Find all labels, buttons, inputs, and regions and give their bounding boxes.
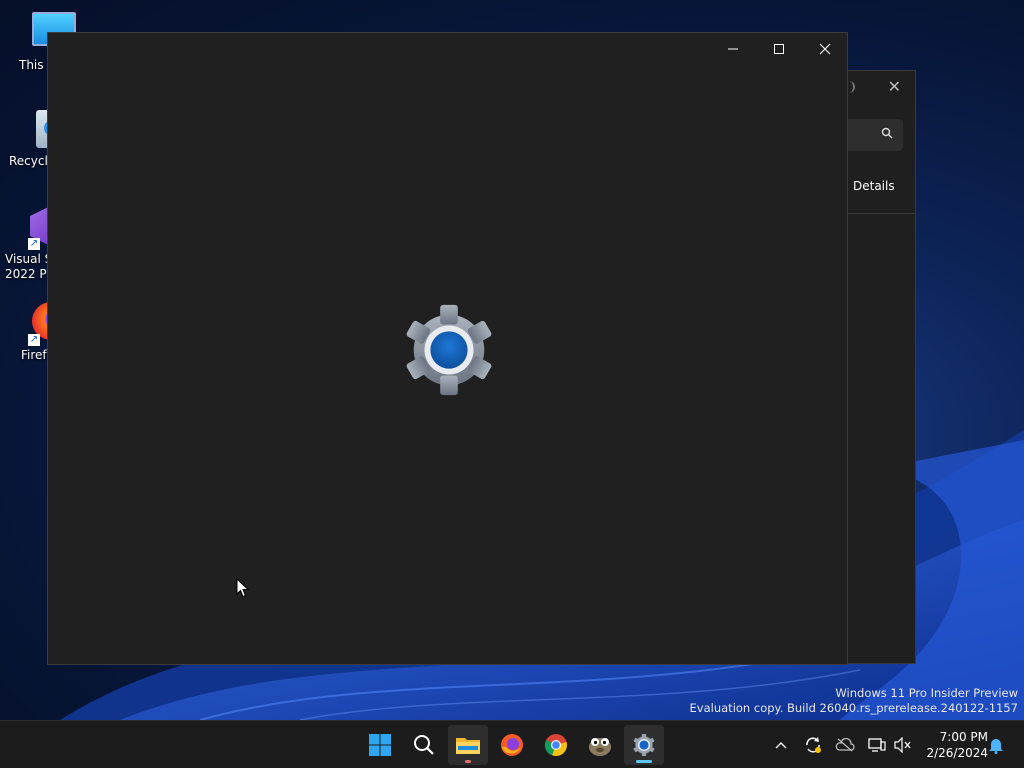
firefox-button[interactable] <box>492 725 532 765</box>
firefox-icon <box>501 734 523 756</box>
network-tray-button[interactable] <box>865 731 889 759</box>
close-button[interactable] <box>802 33 848 65</box>
gimp-icon <box>589 738 611 756</box>
shortcut-arrow-icon: ↗ <box>28 334 40 346</box>
settings-gear-icon <box>406 304 492 396</box>
folder-icon <box>456 738 480 754</box>
volume-tray-button[interactable] <box>891 731 915 759</box>
details-button[interactable]: Details <box>853 179 895 193</box>
shortcut-arrow-icon: ↗ <box>28 238 40 250</box>
watermark-line-2: Evaluation copy. Build 26040.rs_prerelea… <box>689 701 1018 715</box>
os-watermark: Windows 11 Pro Insider Preview Evaluatio… <box>690 686 1018 716</box>
file-explorer-button[interactable] <box>448 725 488 765</box>
running-indicator <box>465 760 471 763</box>
settings-button[interactable] <box>624 725 664 765</box>
mouse-cursor-icon <box>236 578 250 598</box>
close-icon <box>819 43 831 55</box>
show-hidden-icons-button[interactable] <box>769 731 793 759</box>
maximize-button[interactable] <box>756 33 802 65</box>
settings-gear-icon <box>633 733 655 757</box>
bell-icon <box>989 739 1003 754</box>
taskbar-clock[interactable]: 7:00 PM 2/26/2024 <box>918 729 988 761</box>
watermark-line-1: Windows 11 Pro Insider Preview <box>835 686 1018 700</box>
minimize-button[interactable] <box>710 33 756 65</box>
gimp-button[interactable] <box>580 725 620 765</box>
search-button[interactable] <box>404 725 444 765</box>
minimize-icon <box>728 48 738 50</box>
search-icon <box>414 735 434 755</box>
clock-time: 7:00 PM <box>939 730 988 744</box>
volume-muted-icon <box>894 737 911 753</box>
onedrive-icon <box>835 738 855 752</box>
network-icon <box>868 738 886 752</box>
chrome-icon <box>544 734 567 757</box>
notifications-button[interactable] <box>984 731 1008 759</box>
onedrive-tray-button[interactable] <box>833 731 857 759</box>
start-button[interactable] <box>360 725 400 765</box>
settings-splash-window[interactable] <box>47 32 848 665</box>
taskbar: 7:00 PM 2/26/2024 <box>0 720 1024 768</box>
clock-date: 2/26/2024 <box>926 746 988 760</box>
sync-tray-button[interactable] <box>801 731 825 759</box>
chevron-up-icon <box>775 742 787 749</box>
active-indicator <box>636 760 652 763</box>
windows-logo-icon <box>369 734 391 756</box>
close-icon[interactable]: ✕ <box>888 77 901 96</box>
chrome-button[interactable] <box>536 725 576 765</box>
search-icon <box>881 127 893 139</box>
sync-icon <box>806 737 821 753</box>
maximize-icon <box>774 44 784 54</box>
